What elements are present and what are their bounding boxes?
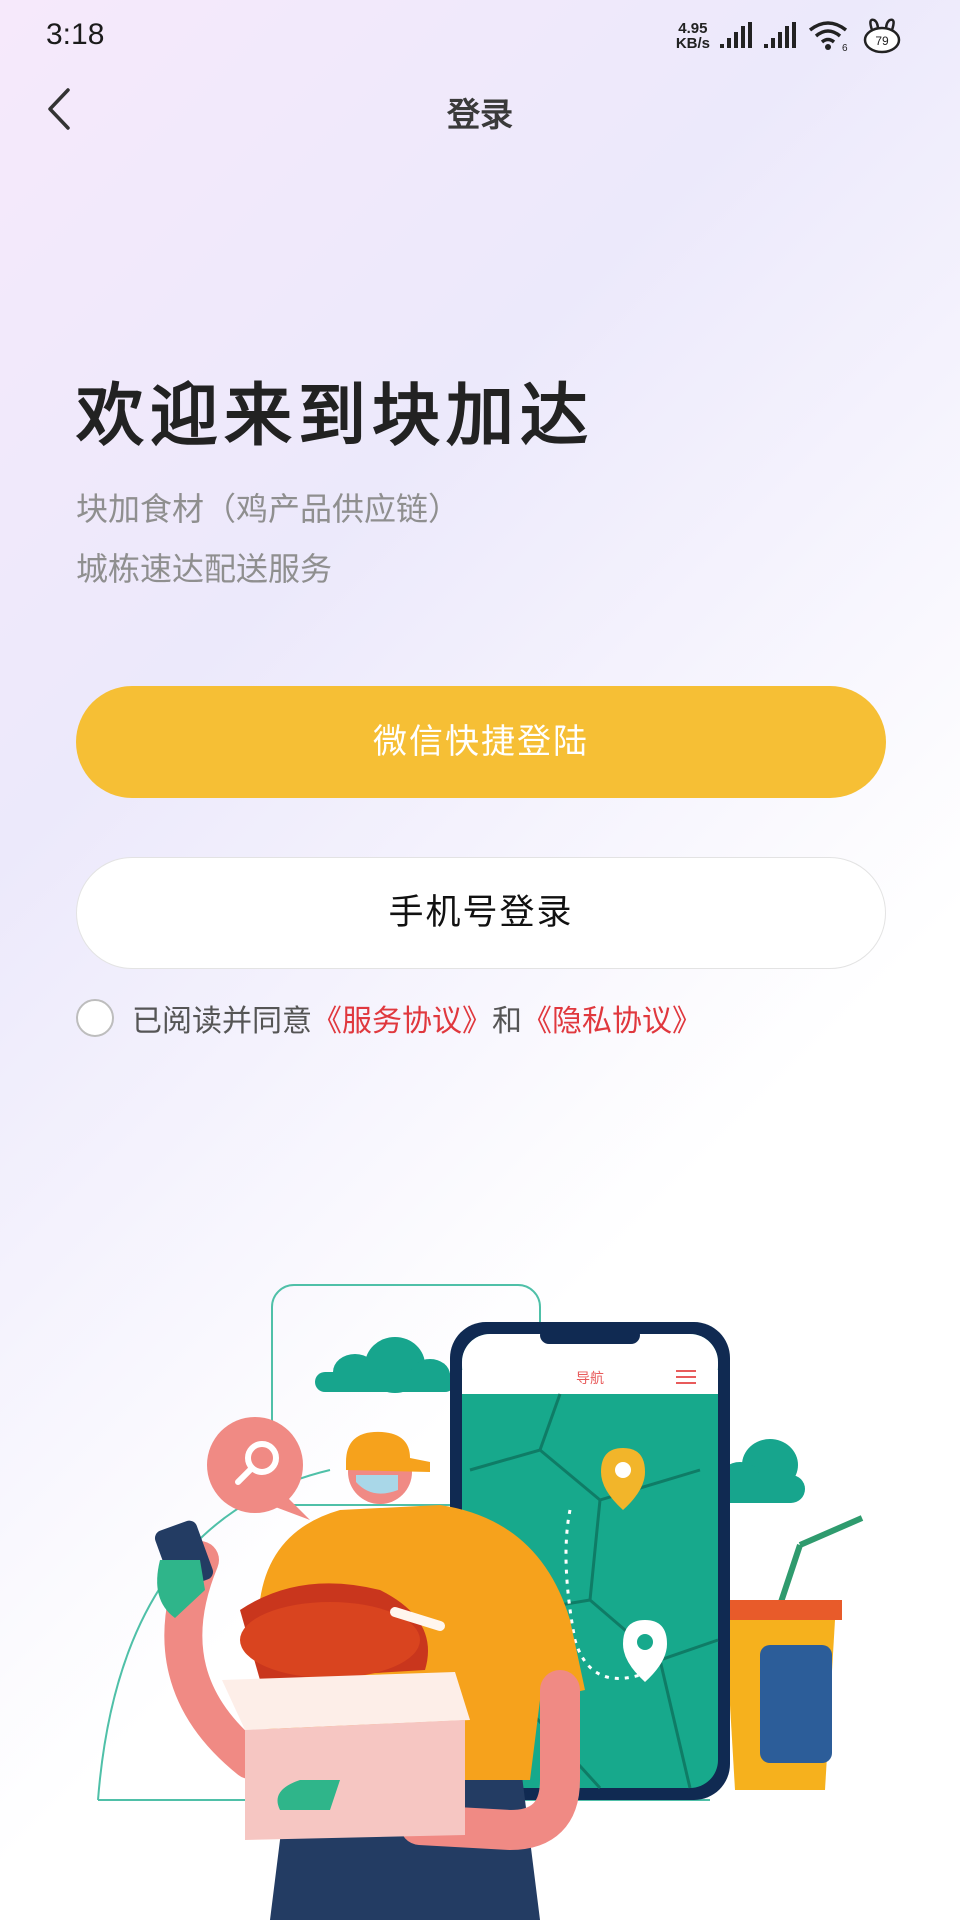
status-time: 3:18	[46, 18, 105, 51]
agreement-prefix: 已阅读并同意	[132, 1004, 312, 1039]
signal-icon	[764, 22, 796, 48]
phone-header-label: 导航	[576, 1371, 604, 1387]
wifi-sub-label: 6	[842, 43, 848, 52]
status-bar: 3:18 4.95 KB/s 6 79	[0, 0, 960, 76]
wechat-login-button[interactable]: 微信快捷登陆	[76, 686, 886, 798]
agreement-conjunction: 和	[492, 1004, 522, 1039]
signal-icon	[720, 22, 752, 48]
status-icons: 4.95 KB/s 6 79	[676, 18, 902, 54]
network-speed-value: 4.95	[678, 20, 708, 37]
agreement-row: 已阅读并同意 《服务协议》 和 《隐私协议》	[76, 996, 702, 1040]
pet-icon: 79	[863, 18, 901, 54]
drink-cup-icon	[718, 1515, 864, 1790]
agreement-checkbox[interactable]	[76, 999, 114, 1037]
wifi-icon: 6	[808, 21, 848, 52]
cloud-icon	[315, 1337, 455, 1393]
pet-badge: 79	[875, 34, 889, 48]
page-title: 登录	[447, 95, 513, 134]
welcome-subtitle-1: 块加食材（鸡产品供应链）	[76, 490, 461, 528]
delivery-illustration: 导航	[97, 1284, 864, 1920]
welcome-heading: 欢迎来到块加达	[76, 377, 595, 456]
search-bubble-icon	[207, 1417, 310, 1520]
phone-login-button[interactable]: 手机号登录	[76, 857, 886, 969]
privacy-agreement-link[interactable]: 《隐私协议》	[522, 996, 702, 1040]
service-agreement-link[interactable]: 《服务协议》	[312, 996, 492, 1040]
nav-bar: 登录	[0, 76, 960, 146]
network-speed: 4.95 KB/s	[676, 21, 710, 51]
welcome-subtitle-2: 城栋速达配送服务	[76, 550, 333, 588]
network-speed-unit: KB/s	[675, 35, 710, 52]
